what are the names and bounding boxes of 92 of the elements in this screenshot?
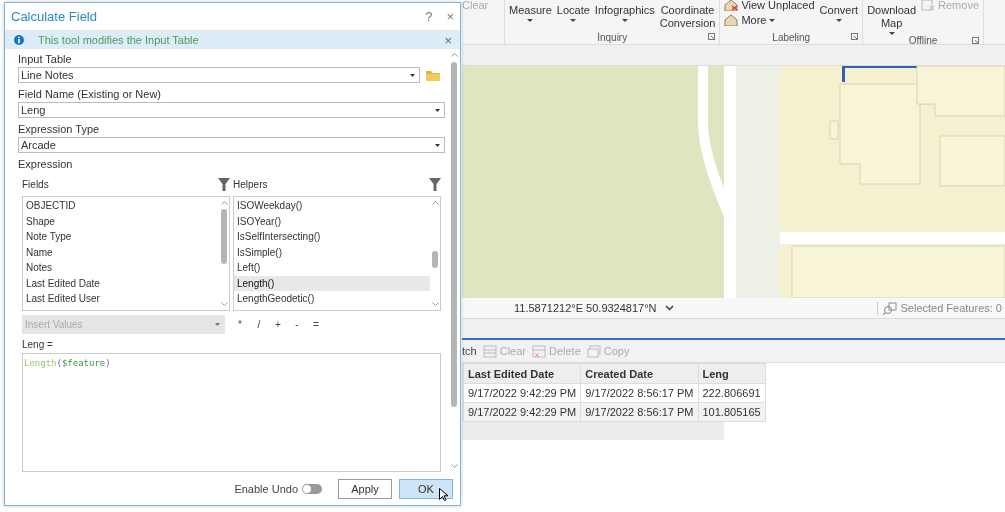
ribbon-button[interactable]: Locate — [556, 4, 590, 22]
group-label: Offline — [908, 35, 938, 46]
ribbon-button[interactable]: Convert — [819, 4, 859, 22]
caret-icon — [435, 108, 440, 112]
caret-icon — [621, 19, 628, 22]
list-item[interactable]: LengthGeodetic() — [234, 291, 430, 307]
caret-icon — [888, 32, 895, 35]
house-icon — [724, 0, 739, 11]
dropdown[interactable]: Arcade — [18, 137, 445, 153]
launcher-icon — [708, 33, 716, 40]
list-item[interactable]: Last Edited User — [23, 291, 219, 307]
caret-icon — [570, 19, 577, 22]
enable-undo-toggle[interactable] — [302, 483, 322, 494]
caret-icon — [215, 323, 220, 326]
caret-icon — [769, 18, 776, 22]
column-header[interactable]: Last Edited Date — [463, 363, 581, 384]
info-icon — [14, 35, 24, 45]
section-label: Expression — [18, 158, 74, 171]
list-item[interactable]: Note Type — [23, 229, 219, 245]
toggle-label: Enable Undo — [234, 482, 298, 495]
table-rows-icon — [482, 344, 497, 358]
toolbar-label[interactable]: tch — [462, 345, 477, 357]
selection-icon — [883, 301, 898, 315]
ribbon-button[interactable]: Coordinate Conversion — [659, 4, 716, 30]
copy-icon — [586, 344, 601, 358]
mouse-pointer-icon — [439, 488, 448, 501]
launcher-icon — [972, 37, 979, 44]
caret-icon — [410, 73, 415, 77]
apply-button[interactable]: Apply — [338, 478, 392, 499]
filter-icon — [429, 177, 441, 191]
close-button[interactable]: × — [444, 32, 452, 48]
expression-target-label: Leng = — [22, 339, 54, 350]
house-icon — [724, 14, 739, 26]
list-item[interactable]: Left() — [234, 260, 430, 276]
list-item[interactable]: IsSimple() — [234, 244, 430, 260]
dropdown[interactable]: Leng — [18, 102, 445, 118]
operator-button[interactable]: - — [288, 319, 306, 330]
delete-rows-icon — [532, 344, 546, 358]
ribbon-button[interactable]: More — [724, 14, 815, 26]
dropdown[interactable]: Line Notes — [18, 67, 420, 83]
launcher-icon — [851, 33, 859, 40]
ribbon-button[interactable]: View Unplaced — [724, 0, 815, 11]
list-item[interactable]: IsSelfIntersecting() — [234, 229, 430, 245]
scroll-down-icon — [220, 302, 228, 306]
column-header[interactable]: Leng — [698, 363, 766, 384]
scroll-up-icon — [220, 201, 228, 205]
window-title: Calculate Field — [11, 9, 98, 24]
scroll-thumb[interactable] — [221, 209, 227, 264]
list-item[interactable]: Notes — [23, 260, 219, 276]
filter-icon — [218, 177, 230, 191]
list-title: Fields — [22, 178, 49, 190]
operator-button[interactable]: + — [269, 319, 287, 330]
column-header[interactable]: Created Date — [580, 363, 698, 384]
scroll-up-icon — [431, 201, 439, 205]
scroll-thumb[interactable] — [432, 251, 438, 268]
list-title: Helpers — [233, 178, 268, 190]
scroll-down-icon — [431, 302, 439, 306]
caret-icon — [527, 19, 534, 22]
list-item[interactable]: Length() — [234, 275, 430, 291]
operator-button[interactable]: * — [231, 319, 249, 330]
scroll-up-icon — [450, 53, 458, 57]
remove-icon — [921, 0, 936, 11]
ribbon-button[interactable]: Infographics — [594, 4, 655, 22]
ribbon-button[interactable]: Measure — [509, 4, 552, 22]
caret-icon — [435, 143, 440, 147]
code-editor[interactable]: Length($feature) — [22, 353, 441, 472]
selected-features-text: Selected Features: 0 — [900, 302, 1002, 314]
operator-button[interactable]: = — [307, 319, 325, 330]
coordinates-text: 11.5871212°E 50.9324817°N — [514, 302, 657, 314]
group-label: Labeling — [772, 32, 811, 43]
folder-icon[interactable] — [425, 68, 441, 82]
field-label: Input Table — [18, 53, 73, 66]
list-item[interactable]: OBJECTID — [23, 198, 219, 214]
operator-button[interactable]: / — [250, 319, 268, 330]
ok-button[interactable]: OK — [399, 478, 453, 499]
close-button[interactable]: × — [446, 9, 454, 24]
code-line: Length($feature) — [24, 358, 111, 368]
list-item[interactable]: Shape — [23, 213, 219, 229]
scroll-down-icon — [450, 464, 458, 468]
field-label: Field Name (Existing or New) — [18, 88, 163, 101]
help-button[interactable]: ? — [425, 9, 433, 24]
info-message: This tool modifies the Input Table — [38, 34, 200, 46]
list-item[interactable]: Last Edited Date — [23, 275, 219, 291]
caret-icon — [835, 19, 842, 22]
group-label: Inquiry — [597, 32, 628, 43]
ribbon-button[interactable]: Download Map — [867, 4, 917, 35]
scroll-thumb[interactable] — [451, 62, 457, 407]
field-label: Expression Type — [18, 123, 101, 136]
list-item[interactable]: ISOYear() — [234, 213, 430, 229]
list-item[interactable]: Name — [23, 244, 219, 260]
chevron-down-icon — [664, 305, 674, 311]
list-item[interactable]: ISOWeekday() — [234, 198, 430, 214]
